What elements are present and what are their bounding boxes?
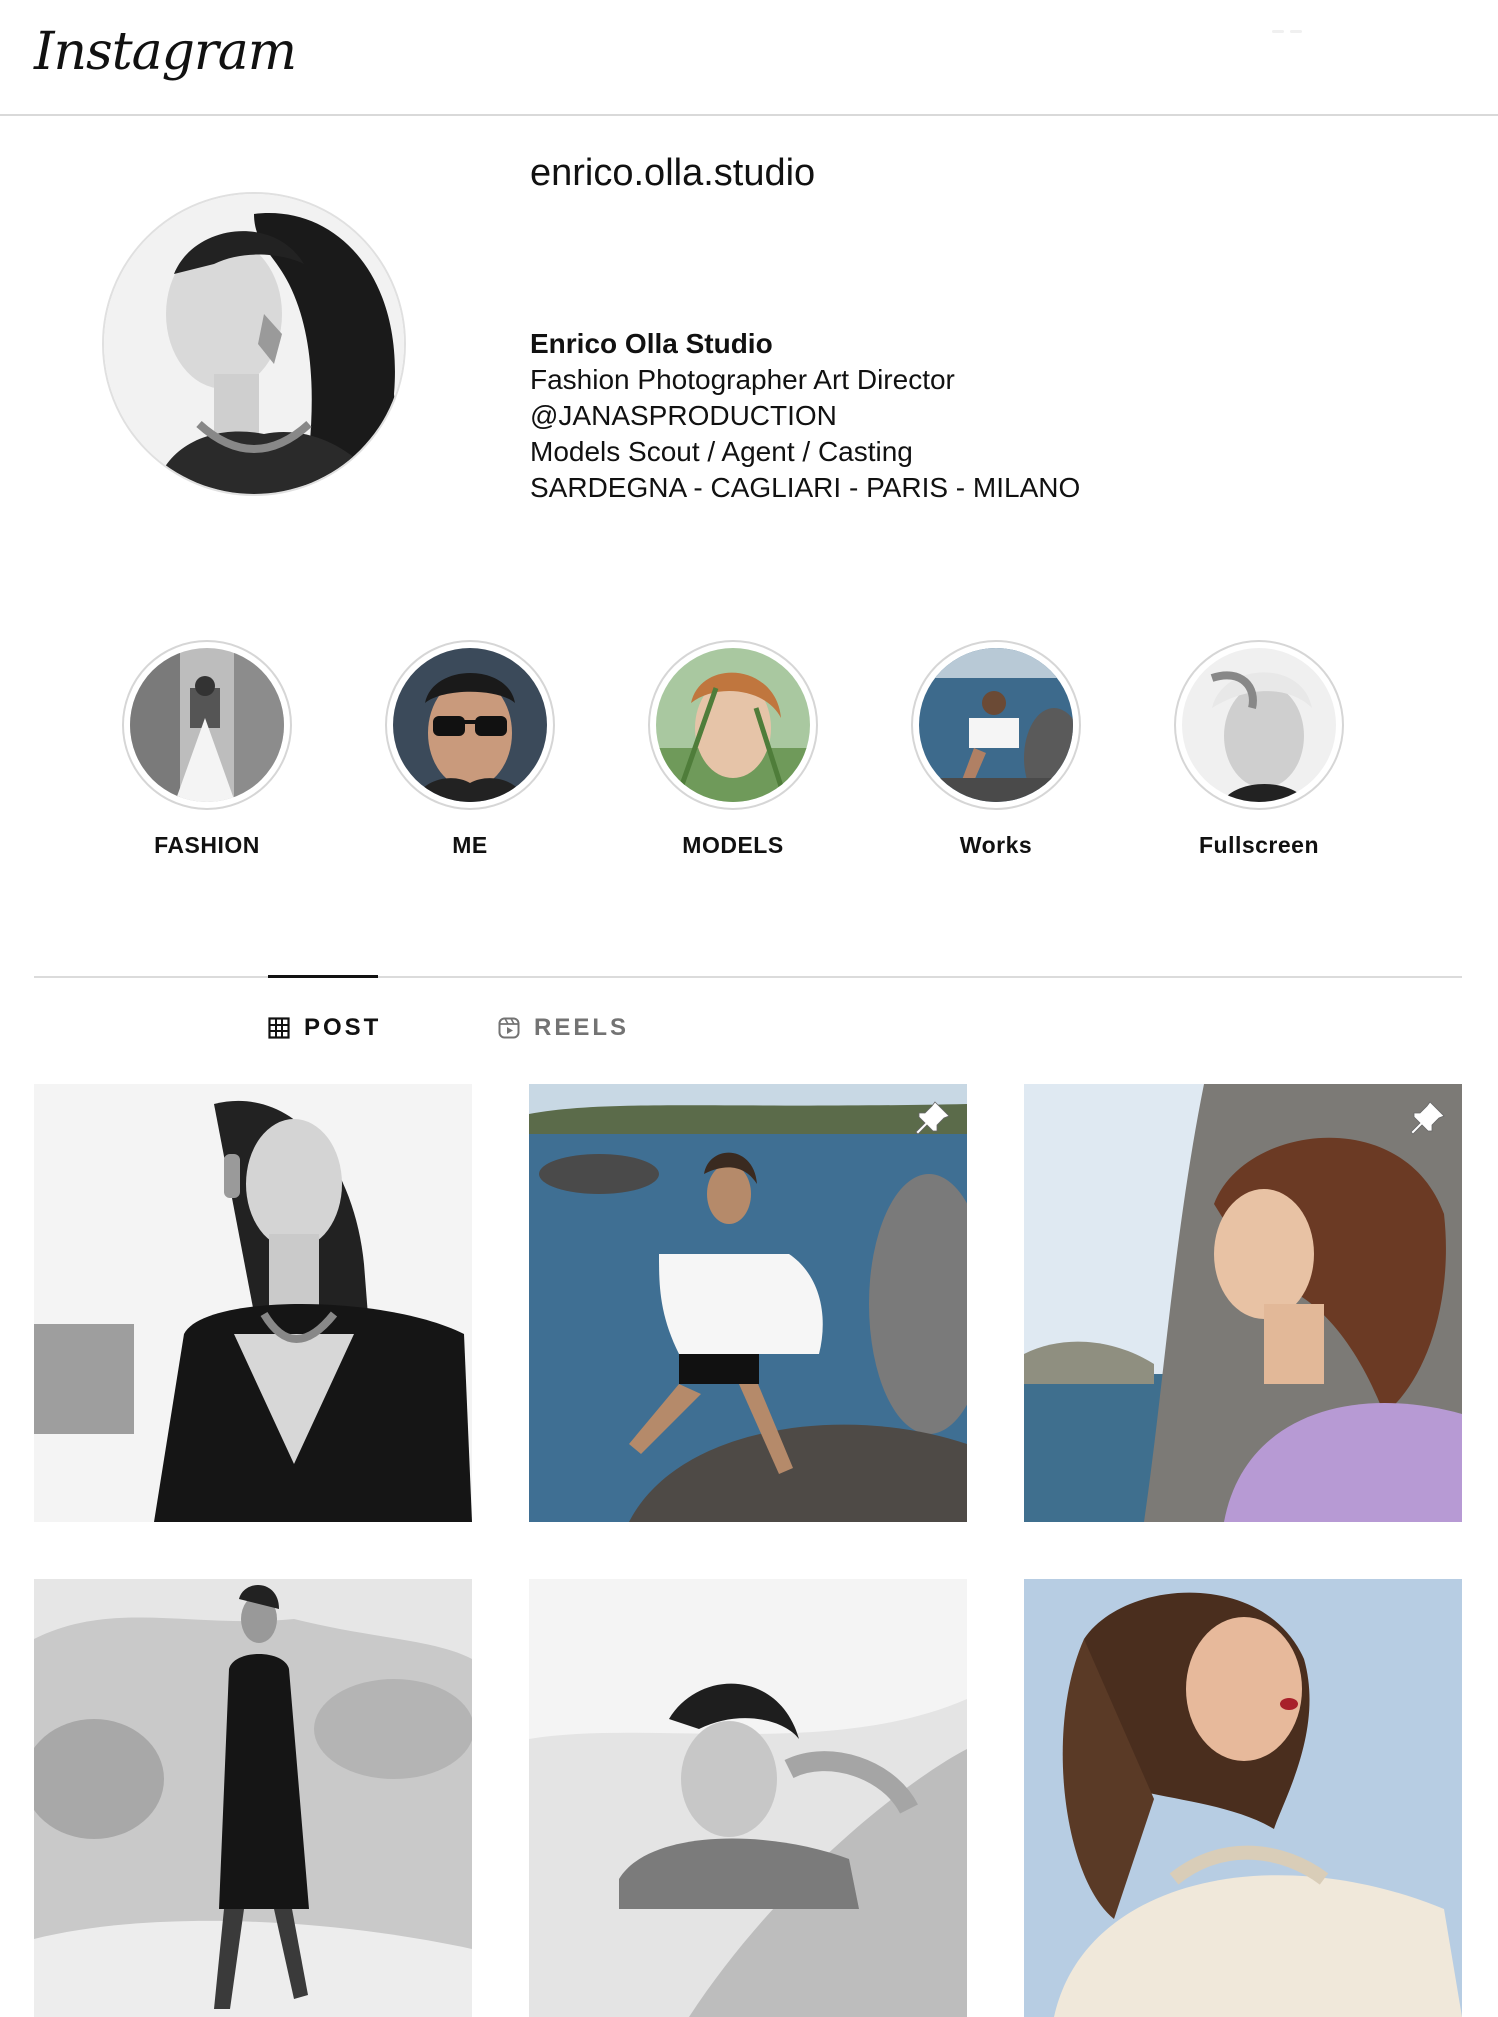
profile-bio: Enrico Olla Studio Fashion Photographer … [530,326,1080,506]
post-tile[interactable] [34,1579,472,2017]
reels-icon [498,1017,520,1039]
highlight-label: Works [959,832,1033,858]
post-tile[interactable] [529,1579,967,2017]
highlight-cover [656,648,810,802]
post-tile[interactable] [529,1084,967,1522]
post-tile[interactable] [1024,1579,1462,2017]
highlight-ring [1174,640,1344,810]
tab-post-label: POST [304,1014,382,1041]
post-photo [529,1579,967,2017]
profile-avatar[interactable] [102,192,406,496]
highlight-label: Fullscreen [1198,832,1320,858]
bio-line: SARDEGNA - CAGLIARI - PARIS - MILANO [530,472,1081,503]
pin-icon [915,1101,950,1135]
bio-line: Models Scout / Agent / Casting [530,436,913,467]
highlight-works[interactable]: Works [896,640,1096,859]
highlight-cover [130,648,284,802]
highlight-ring [385,640,555,810]
story-highlights: FASHION ME MODELS Works Fullscreen [0,640,1498,870]
tab-post[interactable]: POST [268,1014,381,1042]
tab-reels[interactable]: REELS [498,1014,629,1042]
topbar-faint-marks [1272,20,1320,33]
post-photo [34,1579,472,2017]
post-photo [1024,1579,1462,2017]
post-photo [529,1084,967,1522]
bio-line-mention[interactable]: @JANASPRODUCTION [530,398,1080,434]
grid-icon [268,1017,290,1039]
active-tab-indicator [268,975,378,978]
profile-username: enrico.olla.studio [530,152,816,194]
post-photo [1024,1084,1462,1522]
highlight-cover [1182,648,1336,802]
post-tile[interactable] [1024,1084,1462,1522]
instagram-logo[interactable]: Instagram [34,22,297,82]
highlight-me[interactable]: ME [370,640,570,859]
post-tile[interactable] [34,1084,472,1522]
tab-reels-label: REELS [534,1014,630,1041]
top-navigation-bar: Instagram [0,0,1498,116]
highlight-ring [122,640,292,810]
post-photo [34,1084,472,1522]
highlight-models[interactable]: MODELS [633,640,833,859]
pin-icon [1410,1101,1445,1135]
profile-display-name: Enrico Olla Studio [530,328,773,359]
highlight-ring [648,640,818,810]
highlight-fullscreen[interactable]: Fullscreen [1159,640,1359,859]
tabs-divider [34,976,1462,978]
highlight-ring [911,640,1081,810]
bio-line: Fashion Photographer Art Director [530,364,955,395]
highlight-fashion[interactable]: FASHION [107,640,307,859]
avatar-photo [104,194,404,494]
highlight-cover [919,648,1073,802]
highlight-cover [393,648,547,802]
highlight-label: FASHION [154,832,260,858]
highlight-label: ME [452,832,488,858]
highlight-label: MODELS [682,832,784,858]
